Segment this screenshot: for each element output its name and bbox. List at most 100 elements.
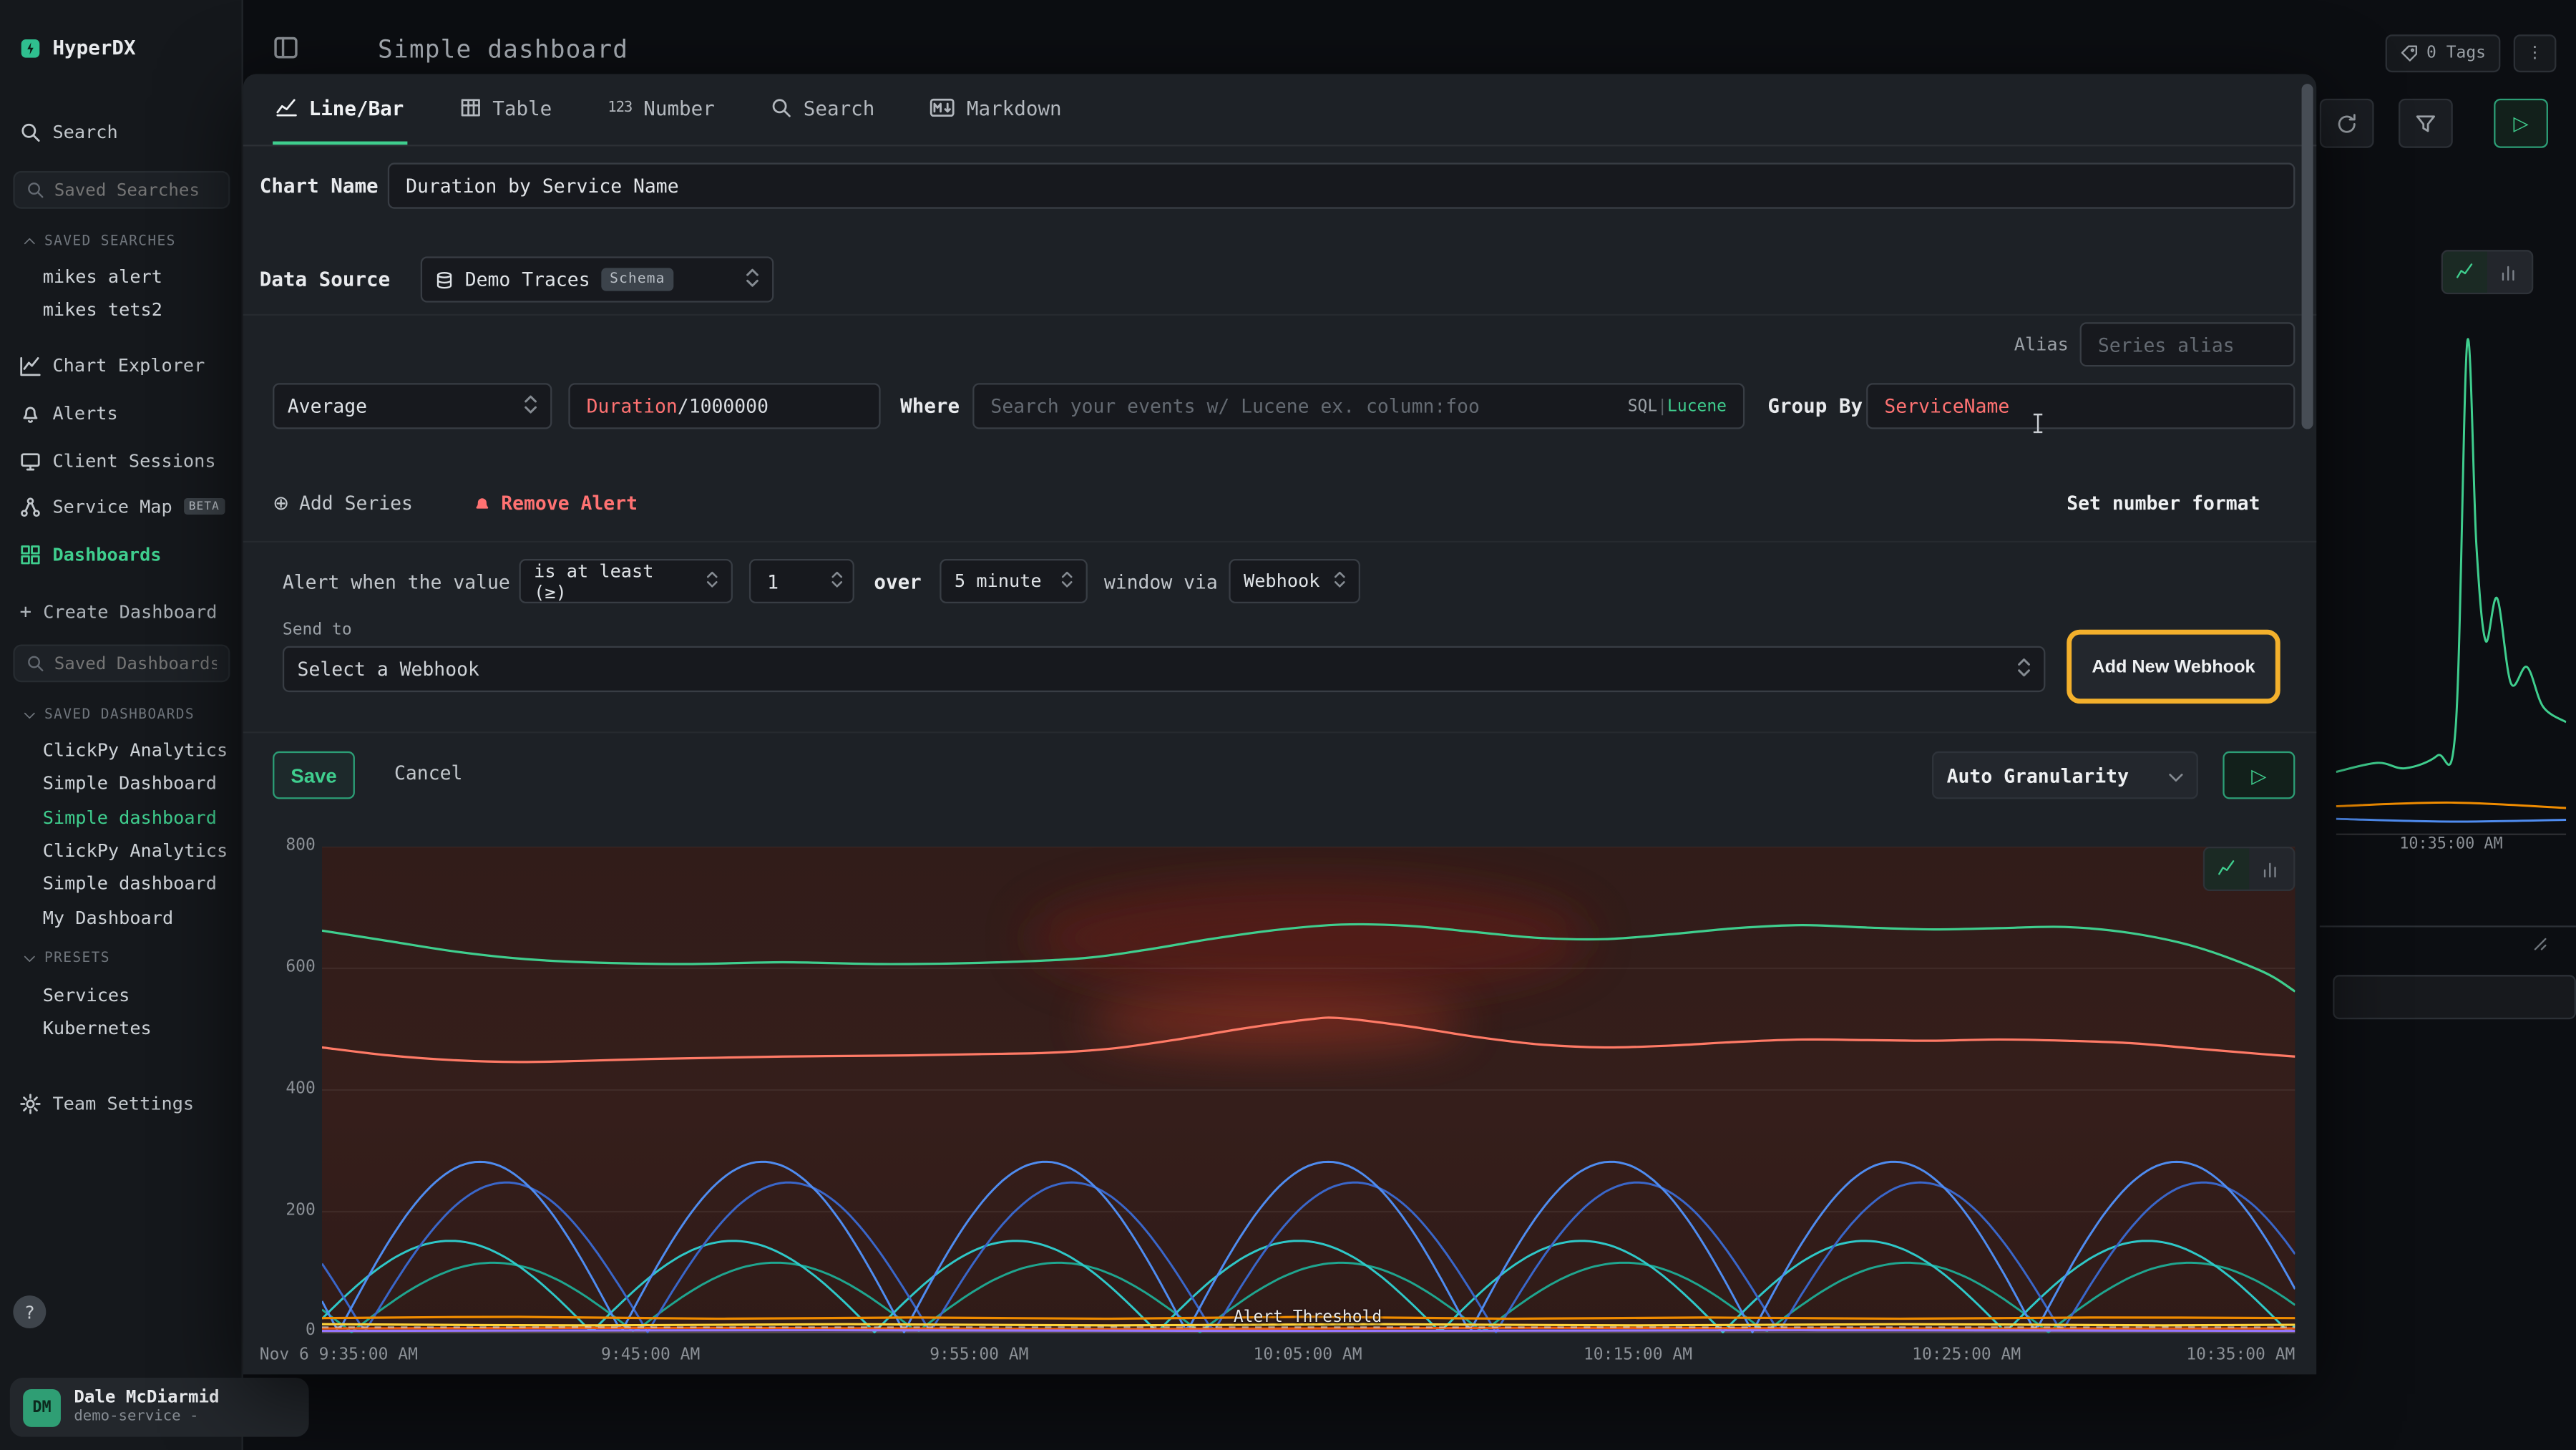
saved-searches-input[interactable]: [13, 171, 230, 209]
background-chart-type-toggle[interactable]: [2441, 250, 2534, 294]
run-query-button[interactable]: ▷: [2494, 99, 2548, 148]
chart-explorer-icon: [20, 354, 42, 376]
page-title[interactable]: Simple dashboard: [378, 34, 628, 64]
dashboard-item[interactable]: My Dashboard: [43, 904, 173, 933]
alert-window-select[interactable]: 5 minute: [940, 559, 1088, 603]
user-menu[interactable]: DM Dale McDiarmid demo-service -: [10, 1378, 309, 1437]
dashboard-item[interactable]: ClickPy Analytics: [43, 837, 228, 866]
alert-condition-select[interactable]: is at least (≥): [519, 559, 733, 603]
x-tick: Nov 6 9:35:00 AM: [260, 1346, 418, 1364]
remove-alert-button[interactable]: Remove Alert: [473, 485, 638, 522]
section-divider: [243, 731, 2316, 733]
schema-badge[interactable]: Schema: [602, 268, 673, 291]
sidebar-item-client-sessions[interactable]: Client Sessions: [20, 444, 216, 477]
section-divider: [243, 314, 2316, 316]
aggregation-select[interactable]: Average: [273, 383, 552, 429]
window-via-text: window via: [1104, 570, 1218, 593]
user-name: Dale McDiarmid: [74, 1387, 219, 1408]
sidebar-item-dashboards[interactable]: Dashboards: [20, 537, 162, 570]
chevron-updown-icon: [524, 394, 537, 418]
preset-item[interactable]: Kubernetes: [43, 1014, 152, 1043]
save-button[interactable]: Save: [273, 751, 355, 799]
run-chart-button[interactable]: ▷: [2223, 751, 2295, 799]
granularity-select[interactable]: Auto Granularity: [1932, 751, 2198, 799]
dashboard-item[interactable]: Simple Dashboard: [43, 769, 217, 799]
alias-input[interactable]: [2080, 322, 2296, 366]
x-tick: 10:05:00 AM: [1254, 1346, 1362, 1364]
chevron-updown-icon: [1334, 570, 1345, 593]
saved-dashboards-header[interactable]: SAVED DASHBOARDS: [23, 704, 195, 726]
chevron-updown-icon: [2017, 657, 2030, 681]
saved-dashboards-field[interactable]: [54, 653, 217, 673]
user-subtitle: demo-service -: [74, 1408, 219, 1427]
main-chart[interactable]: [322, 847, 2295, 1333]
x-tick: 9:45:00 AM: [601, 1346, 700, 1364]
cancel-button[interactable]: Cancel: [394, 762, 462, 784]
background-mini-chart: 10:35:00 AM: [2336, 293, 2566, 855]
add-new-webhook-button[interactable]: Add New Webhook: [2067, 630, 2280, 704]
sidebar-item-service-map[interactable]: Service Map BETA: [20, 490, 225, 523]
refresh-button[interactable]: [2320, 99, 2374, 148]
logo[interactable]: HyperDX: [20, 29, 136, 66]
more-menu-button[interactable]: ⋮: [2514, 34, 2557, 72]
modal-scrollbar[interactable]: [2302, 84, 2313, 429]
alert-channel-select[interactable]: Webhook: [1229, 559, 1360, 603]
line-chart-icon: [2218, 860, 2235, 877]
dashboard-item[interactable]: Simple dashboard: [43, 870, 217, 899]
tab-number[interactable]: 123 Number: [605, 74, 718, 145]
set-number-format-button[interactable]: Set number format: [2067, 482, 2260, 525]
chart-name-input[interactable]: [388, 162, 2296, 208]
tab-search[interactable]: Search: [767, 74, 878, 145]
tab-table[interactable]: Table: [457, 74, 555, 145]
webhook-select[interactable]: Select a Webhook: [283, 646, 2046, 692]
where-search-input[interactable]: SQL | Lucene: [972, 383, 1745, 429]
bar-chart-toggle[interactable]: [2487, 251, 2532, 292]
y-tick: 800: [253, 837, 316, 855]
kebab-icon: ⋮: [2527, 44, 2543, 62]
dashboard-item-active[interactable]: Simple dashboard: [43, 804, 217, 833]
data-source-select[interactable]: Demo Traces Schema: [421, 256, 774, 302]
line-chart-icon: [276, 97, 298, 119]
saved-searches-header[interactable]: SAVED SEARCHES: [23, 230, 176, 253]
tag-icon: [2400, 44, 2418, 62]
sidebar-collapse-button[interactable]: [273, 34, 299, 66]
over-label: over: [874, 570, 921, 593]
lucene-toggle[interactable]: Lucene: [1667, 397, 1727, 415]
123-icon: 123: [608, 99, 632, 116]
modal-chart-type-toggle[interactable]: [2203, 847, 2296, 891]
filter-button[interactable]: [2399, 99, 2453, 148]
field-input[interactable]: Duration/1000000: [568, 383, 880, 429]
x-tick: 9:55:00 AM: [930, 1346, 1028, 1364]
saved-dashboards-input[interactable]: [13, 644, 230, 682]
help-button[interactable]: ?: [13, 1295, 46, 1328]
refresh-icon: [2336, 112, 2358, 134]
tags-button[interactable]: 0 Tags: [2386, 34, 2501, 72]
stepper-icons[interactable]: [831, 570, 843, 593]
line-chart-icon: [2456, 263, 2474, 281]
bar-chart-toggle[interactable]: [2249, 848, 2293, 889]
create-dashboard-button[interactable]: + Create Dashboard: [20, 595, 218, 628]
background-input-bar[interactable]: [2333, 975, 2576, 1019]
tab-line-bar[interactable]: Line/Bar: [273, 74, 407, 145]
group-by-input[interactable]: ServiceName: [1866, 383, 2295, 429]
section-divider: [243, 541, 2316, 542]
resize-handle[interactable]: [2530, 934, 2548, 957]
sidebar-item-chart-explorer[interactable]: Chart Explorer: [20, 349, 205, 381]
dashboard-item[interactable]: ClickPy Analytics: [43, 736, 228, 766]
sidebar-item-alerts[interactable]: Alerts: [20, 396, 118, 429]
add-series-button[interactable]: ⊕ Add Series: [273, 485, 413, 522]
line-chart-toggle[interactable]: [2205, 848, 2249, 889]
sidebar-item-team-settings[interactable]: Team Settings: [20, 1086, 195, 1119]
presets-header[interactable]: PRESETS: [23, 947, 110, 970]
sql-toggle[interactable]: SQL: [1628, 397, 1657, 415]
search-icon: [771, 97, 792, 119]
saved-search-item[interactable]: mikes alert: [43, 263, 162, 293]
alert-threshold-input[interactable]: 1: [749, 559, 854, 603]
sidebar-item-search[interactable]: Search: [20, 115, 118, 148]
chart-type-tabs: Line/Bar Table 123 Number Search Markdow…: [243, 74, 2316, 146]
tab-markdown[interactable]: Markdown: [927, 74, 1065, 145]
line-chart-toggle[interactable]: [2443, 251, 2487, 292]
saved-searches-field[interactable]: [54, 180, 217, 200]
preset-item[interactable]: Services: [43, 981, 130, 1011]
saved-search-item[interactable]: mikes tets2: [43, 296, 162, 325]
